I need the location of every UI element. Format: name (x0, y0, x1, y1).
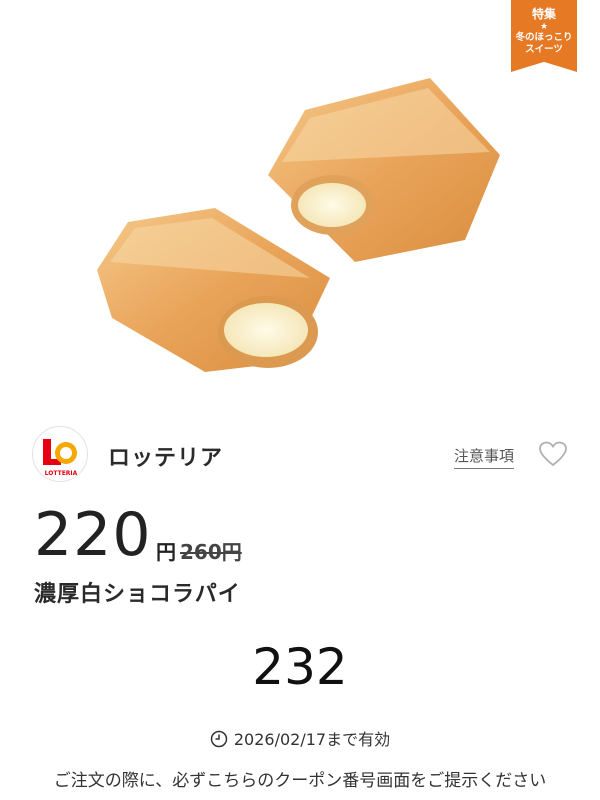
clock-icon (210, 730, 228, 748)
brand-name: ロッテリア (108, 446, 224, 471)
lotteria-logo-icon: LOTTERIA (43, 439, 78, 477)
coupon-page: 特集 ★ 冬のほっこり スイーツ LOTTERIA ロッテリア 注意事項 220… (0, 0, 600, 800)
pie-illustration (97, 78, 500, 372)
pie-front (97, 208, 330, 372)
brand-logo[interactable]: LOTTERIA (32, 426, 88, 482)
price-unit: 円 (156, 540, 176, 564)
instruction-text: ご注文の際に、必ずこちらのクーポン番号画面をご提示ください (53, 771, 547, 791)
favorite-button[interactable] (538, 440, 568, 468)
validity-row: 2026/02/17まで有効 (0, 726, 600, 750)
feature-ribbon[interactable]: 特集 ★ 冬のほっこり スイーツ (511, 0, 577, 72)
feature-ribbon-subtitle-2: スイーツ (525, 44, 563, 55)
logo-text: LOTTERIA (45, 470, 78, 477)
coupon-number: 232 (252, 638, 348, 696)
star-icon: ★ (539, 22, 549, 32)
original-price: 260円 (180, 540, 242, 564)
validity-text: 2026/02/17まで有効 (233, 730, 391, 749)
product-image: 特集 ★ 冬のほっこり スイーツ (0, 0, 600, 400)
feature-ribbon-title: 特集 (531, 7, 556, 21)
pie-back (268, 78, 500, 262)
heart-outline-icon (539, 441, 567, 467)
feature-ribbon-subtitle-1: 冬のほっこり (515, 32, 573, 43)
current-price: 220 (34, 500, 152, 570)
product-name: 濃厚白ショコラパイ (34, 582, 241, 607)
notes-link[interactable]: 注意事項 (454, 445, 515, 469)
